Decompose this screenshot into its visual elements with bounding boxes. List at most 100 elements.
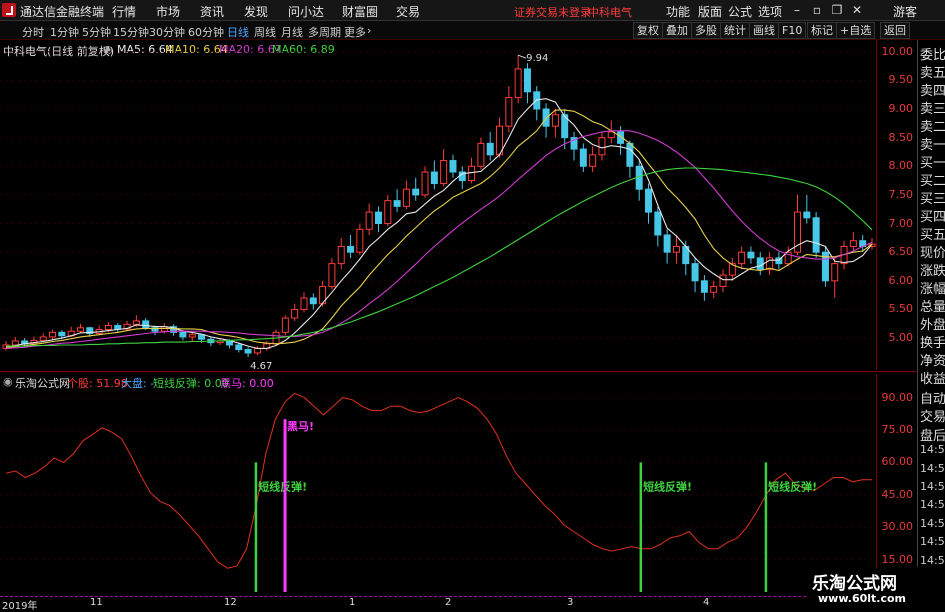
side-panel-item: 卖一: [920, 138, 945, 153]
tab-multi[interactable]: 多周期: [308, 24, 341, 40]
candle-body: [719, 274, 727, 288]
menu-wealth[interactable]: 财富圈: [342, 3, 378, 20]
side-panel-item[interactable]: 交易: [920, 406, 945, 425]
mark-button[interactable]: 标记: [807, 22, 837, 39]
side-panel-item: 14:56: [920, 443, 945, 457]
guest-label[interactable]: 游客: [893, 3, 917, 20]
candle-body: [691, 263, 699, 282]
candle-body: [523, 68, 531, 93]
candle-body: [291, 308, 299, 319]
time-tick: 2: [445, 597, 452, 608]
add-watchlist-button[interactable]: +自选: [836, 22, 876, 39]
candle-body: [831, 263, 839, 282]
candle-body: [551, 114, 559, 127]
price-tick: 7.50: [888, 187, 914, 201]
tab-timeshare[interactable]: 分时: [22, 24, 44, 40]
tab-daily[interactable]: 日线: [227, 24, 249, 40]
app-logo-icon: [2, 3, 16, 17]
candle-body: [598, 137, 606, 156]
rebound-bar: [254, 462, 258, 592]
tab-more[interactable]: 更多: [344, 24, 366, 40]
side-panel-item: 卖五: [920, 66, 945, 81]
adjust-button[interactable]: 复权: [633, 22, 663, 39]
side-panel-item: 14:56: [920, 535, 945, 549]
candle-body: [412, 188, 420, 196]
candle-body: [849, 240, 857, 247]
tab-monthly[interactable]: 月线: [281, 24, 303, 40]
overlay-button[interactable]: 叠加: [662, 22, 692, 39]
indicator-chart[interactable]: 短线反弹! 短线反弹! 短线反弹! 黑马!: [0, 374, 876, 596]
menu-quotes[interactable]: 行情: [112, 3, 136, 20]
candle-body: [645, 188, 653, 213]
menu-ask[interactable]: 问小达: [288, 3, 324, 20]
side-panel-item: 14:56: [920, 516, 945, 530]
multi-stock-button[interactable]: 多股: [691, 22, 721, 39]
side-panel-item: 买三: [920, 192, 945, 207]
rebound-signal-label: 短线反弹!: [643, 479, 692, 493]
login-warning[interactable]: 证券交易未登录: [514, 4, 591, 20]
side-panel-item: 14:56: [920, 461, 945, 475]
rebound-signal-label: 短线反弹!: [768, 479, 817, 493]
minimize-icon[interactable]: –: [790, 3, 804, 17]
candle-body: [39, 336, 47, 341]
side-panel-item: 现价: [920, 246, 945, 261]
f10-button[interactable]: F10: [778, 22, 807, 39]
candle-body: [179, 331, 187, 338]
side-panel-item: 收益: [920, 372, 945, 387]
side-panel-item: 买五: [920, 228, 945, 243]
candle-body: [803, 211, 811, 219]
tab-5min[interactable]: 5分钟: [82, 24, 111, 40]
tab-1min[interactable]: 1分钟: [50, 24, 79, 40]
darkhorse-signal-label: 黑马!: [287, 420, 314, 433]
menu-discover[interactable]: 发现: [244, 3, 268, 20]
candle-body: [49, 331, 57, 338]
side-panel-item: 换手: [920, 336, 945, 351]
menu-market[interactable]: 市场: [156, 3, 180, 20]
candle-body: [505, 97, 513, 127]
price-tick: 5.50: [888, 302, 914, 316]
candle-body: [58, 331, 66, 337]
stock-line: [5, 392, 872, 569]
side-panel-item: 净资: [920, 354, 945, 369]
candle-body: [477, 142, 485, 167]
candle-body: [579, 148, 587, 167]
time-tick: 12: [224, 597, 237, 608]
indicator-tick: 60.00: [881, 455, 914, 469]
candle-body: [114, 324, 122, 330]
close-icon[interactable]: ✕: [850, 3, 864, 17]
menu-news[interactable]: 资讯: [200, 3, 224, 20]
back-button[interactable]: 返回: [880, 22, 910, 39]
tab-weekly[interactable]: 周线: [254, 24, 276, 40]
tab-60min[interactable]: 60分钟: [188, 24, 224, 40]
indicator-tick: 45.00: [881, 487, 914, 501]
candle-body: [738, 251, 746, 265]
watermark-url: www.60lt.com: [818, 592, 907, 605]
tab-15min[interactable]: 15分钟: [113, 24, 149, 40]
draw-line-button[interactable]: 画线: [749, 22, 779, 39]
menu-options[interactable]: 选项: [758, 3, 782, 20]
app-title: 通达信金融终端: [20, 5, 105, 19]
candle-body: [374, 211, 382, 225]
high-pointer: [517, 54, 527, 59]
side-panel-item[interactable]: 自动: [920, 388, 945, 407]
menu-layout[interactable]: 版面: [698, 3, 722, 20]
price-chart[interactable]: 9.94 4.67: [0, 40, 876, 371]
stats-button[interactable]: 统计: [720, 22, 750, 39]
restore-icon[interactable]: ❐: [830, 3, 844, 17]
indicator-tick: 30.00: [881, 520, 914, 534]
side-panel-item[interactable]: 盘后: [920, 425, 945, 444]
more-chevron-icon[interactable]: ›: [367, 24, 371, 37]
side-panel-item: 总量: [920, 300, 945, 315]
menu-formula[interactable]: 公式: [728, 3, 752, 20]
price-tick: 9.50: [888, 73, 914, 87]
price-tick: 9.00: [888, 102, 914, 115]
side-panel-item: 外盘: [920, 318, 945, 333]
indicator-tick: 15.00: [881, 552, 914, 566]
menu-trade[interactable]: 交易: [396, 3, 420, 20]
side-panel-item: 涨幅: [920, 282, 945, 297]
candle-body: [347, 245, 355, 253]
maximize-icon[interactable]: ▫: [810, 3, 824, 17]
tab-30min[interactable]: 30分钟: [149, 24, 185, 40]
candle-body: [337, 245, 345, 265]
menu-function[interactable]: 功能: [666, 3, 690, 20]
